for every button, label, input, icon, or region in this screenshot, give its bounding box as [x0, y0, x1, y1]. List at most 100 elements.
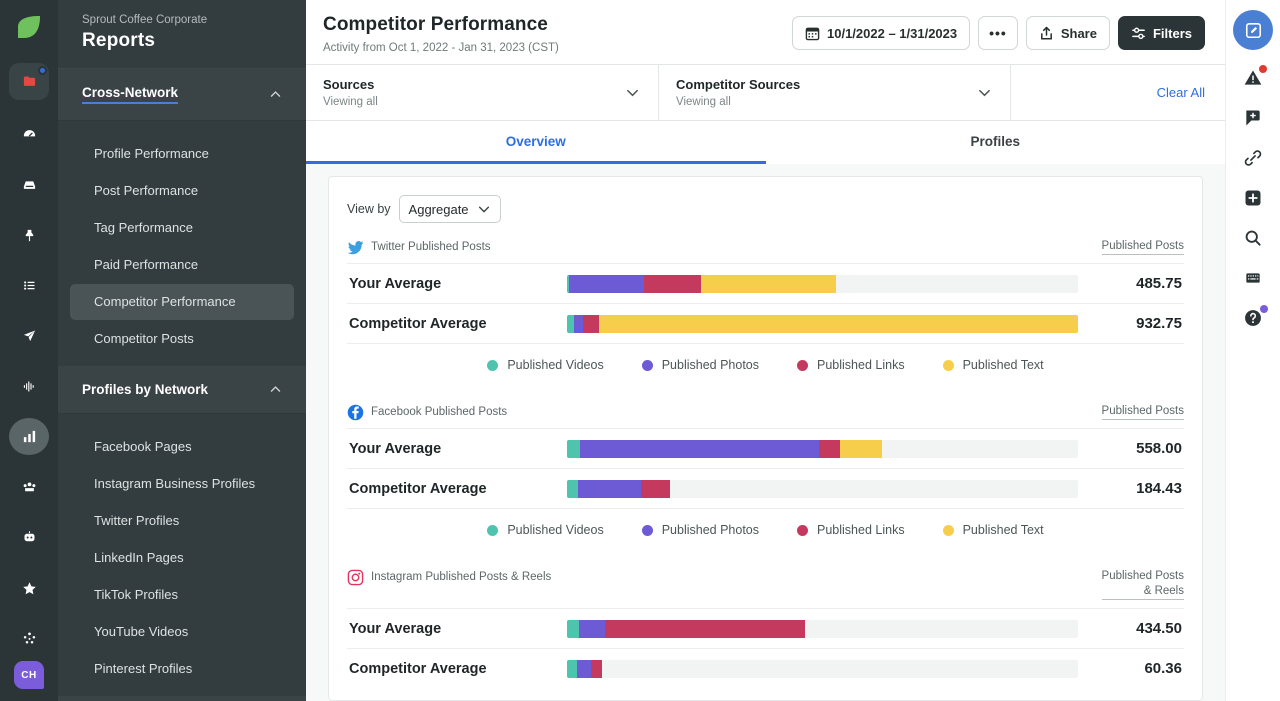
- user-avatar[interactable]: CH: [14, 661, 44, 689]
- sidebar-item-twitter-profiles[interactable]: Twitter Profiles: [70, 503, 294, 539]
- sidebar-group-cross-network[interactable]: Cross-Network: [58, 69, 306, 121]
- bar-track: [567, 620, 1078, 638]
- plus-square-icon: [1243, 188, 1263, 208]
- sidebar-group-profiles-by-network[interactable]: Profiles by Network: [58, 366, 306, 414]
- rail-item-listening[interactable]: [9, 368, 49, 405]
- add-button[interactable]: [1243, 188, 1263, 208]
- keyboard-shortcuts-button[interactable]: [1243, 270, 1263, 286]
- sidebar-org-name: Sprout Coffee Corporate: [82, 14, 282, 26]
- legend-dot-published-videos: [487, 360, 498, 371]
- legend-label: Published Links: [817, 358, 905, 372]
- report-card: View by Aggregate: [328, 176, 1203, 701]
- legend-item[interactable]: Published Videos: [487, 358, 603, 372]
- bar-row: Competitor Average 60.36: [347, 648, 1184, 688]
- rail-item-reviews[interactable]: [9, 570, 49, 607]
- bar-row-value: 485.75: [1088, 275, 1184, 292]
- rail-item-bots[interactable]: [9, 519, 49, 556]
- legend-label: Published Links: [817, 523, 905, 537]
- sidebar-item-tag-performance[interactable]: Tag Performance: [70, 210, 294, 246]
- filter-competitor-sources[interactable]: Competitor Sources Viewing all: [659, 65, 1011, 120]
- rail-item-employee-advocacy[interactable]: [9, 620, 49, 657]
- date-range-label: 10/1/2022 – 1/31/2023: [827, 26, 957, 41]
- rail-item-audience[interactable]: [9, 469, 49, 506]
- feedback-button[interactable]: [1243, 108, 1263, 128]
- share-button[interactable]: Share: [1026, 16, 1110, 50]
- bar-track: [567, 480, 1078, 498]
- sidebar-item-post-performance[interactable]: Post Performance: [70, 173, 294, 209]
- metric-label: Published Posts & Reels: [1102, 569, 1184, 600]
- sidebar-item-paid-performance[interactable]: Paid Performance: [70, 247, 294, 283]
- bar-track: [567, 315, 1078, 333]
- sidebar-item-profile-performance[interactable]: Profile Performance: [70, 136, 294, 172]
- filters-sliders-icon: [1131, 26, 1146, 41]
- filters-label: Filters: [1153, 26, 1192, 41]
- tab-overview[interactable]: Overview: [306, 121, 766, 164]
- legend-dot-published-videos: [487, 525, 498, 536]
- view-by-select[interactable]: Aggregate: [399, 195, 501, 223]
- page-header: Competitor Performance Activity from Oct…: [306, 0, 1225, 65]
- report-scroll-area[interactable]: View by Aggregate: [306, 164, 1225, 701]
- legend-item[interactable]: Published Videos: [487, 523, 603, 537]
- sidebar-item-linkedin-pages[interactable]: LinkedIn Pages: [70, 540, 294, 576]
- filter-sources[interactable]: Sources Viewing all: [306, 65, 659, 120]
- metric-label: Published Posts: [1102, 239, 1184, 255]
- tab-profiles[interactable]: Profiles: [766, 121, 1226, 164]
- sidebar-item-facebook-pages[interactable]: Facebook Pages: [70, 429, 294, 465]
- keyboard-icon: [1243, 270, 1263, 286]
- segment-published-photos: [577, 660, 591, 678]
- compose-button[interactable]: [1233, 10, 1273, 50]
- sidebar-items-profiles-by-network: Facebook Pages Instagram Business Profil…: [58, 414, 306, 696]
- segment-published-text: [701, 275, 836, 293]
- sidebar-item-youtube-videos[interactable]: YouTube Videos: [70, 614, 294, 650]
- filters-button[interactable]: Filters: [1118, 16, 1205, 50]
- legend-dot-published-links: [797, 525, 808, 536]
- rail-item-tasks[interactable]: [9, 267, 49, 304]
- sidebar-item-pinterest-profiles[interactable]: Pinterest Profiles: [70, 651, 294, 687]
- legend-label: Published Photos: [662, 523, 759, 537]
- page-header-text: Competitor Performance Activity from Oct…: [323, 14, 559, 54]
- legend-item[interactable]: Published Links: [797, 358, 905, 372]
- bar-row: Competitor Average 184.43: [347, 468, 1184, 508]
- rail-item-publishing-pin[interactable]: [9, 216, 49, 253]
- date-range-button[interactable]: 10/1/2022 – 1/31/2023: [792, 16, 970, 50]
- rail-item-reports[interactable]: [9, 418, 49, 455]
- utility-rail: [1225, 0, 1280, 701]
- rail-item-engagement[interactable]: [9, 317, 49, 354]
- bar-row-label: Your Average: [347, 621, 567, 637]
- legend-label: Published Text: [963, 358, 1044, 372]
- view-by-control: View by Aggregate: [347, 195, 1184, 223]
- segment-published-text: [840, 440, 881, 458]
- link-chain-icon: [1243, 148, 1263, 168]
- share-icon: [1039, 26, 1054, 41]
- help-button[interactable]: [1243, 308, 1263, 328]
- rail-item-publishing[interactable]: [9, 63, 49, 100]
- more-options-button[interactable]: •••: [978, 16, 1018, 50]
- report-tabs: Overview Profiles: [306, 121, 1225, 164]
- legend-item[interactable]: Published Links: [797, 523, 905, 537]
- legend-item[interactable]: Published Photos: [642, 358, 759, 372]
- alert-dot: [1259, 65, 1267, 73]
- alerts-button[interactable]: [1243, 68, 1263, 88]
- rail-item-inbox[interactable]: [9, 166, 49, 203]
- sidebar-group-label: Cross-Network: [82, 85, 178, 104]
- legend-item[interactable]: Published Text: [943, 523, 1044, 537]
- bar-row: Competitor Average 932.75: [347, 303, 1184, 343]
- legend-label: Published Photos: [662, 358, 759, 372]
- legend-dot-published-text: [943, 360, 954, 371]
- filter-bar: Sources Viewing all Competitor Sources V…: [306, 65, 1225, 121]
- search-button[interactable]: [1243, 228, 1263, 248]
- segment-published-links: [819, 440, 840, 458]
- sidebar-item-tiktok-profiles[interactable]: TikTok Profiles: [70, 577, 294, 613]
- segment-published-links: [591, 660, 602, 678]
- rail-item-dashboard[interactable]: [9, 116, 49, 153]
- clear-all-button[interactable]: Clear All: [1157, 85, 1205, 100]
- segment-published-videos: [567, 620, 579, 638]
- filter-competitor-sources-value: Viewing all: [676, 96, 800, 108]
- sprout-leaf-logo[interactable]: [12, 14, 46, 49]
- legend-item[interactable]: Published Photos: [642, 523, 759, 537]
- sidebar-item-competitor-posts[interactable]: Competitor Posts: [70, 321, 294, 357]
- sidebar-item-instagram-business-profiles[interactable]: Instagram Business Profiles: [70, 466, 294, 502]
- link-button[interactable]: [1243, 148, 1263, 168]
- legend-item[interactable]: Published Text: [943, 358, 1044, 372]
- sidebar-item-competitor-performance[interactable]: Competitor Performance: [70, 284, 294, 320]
